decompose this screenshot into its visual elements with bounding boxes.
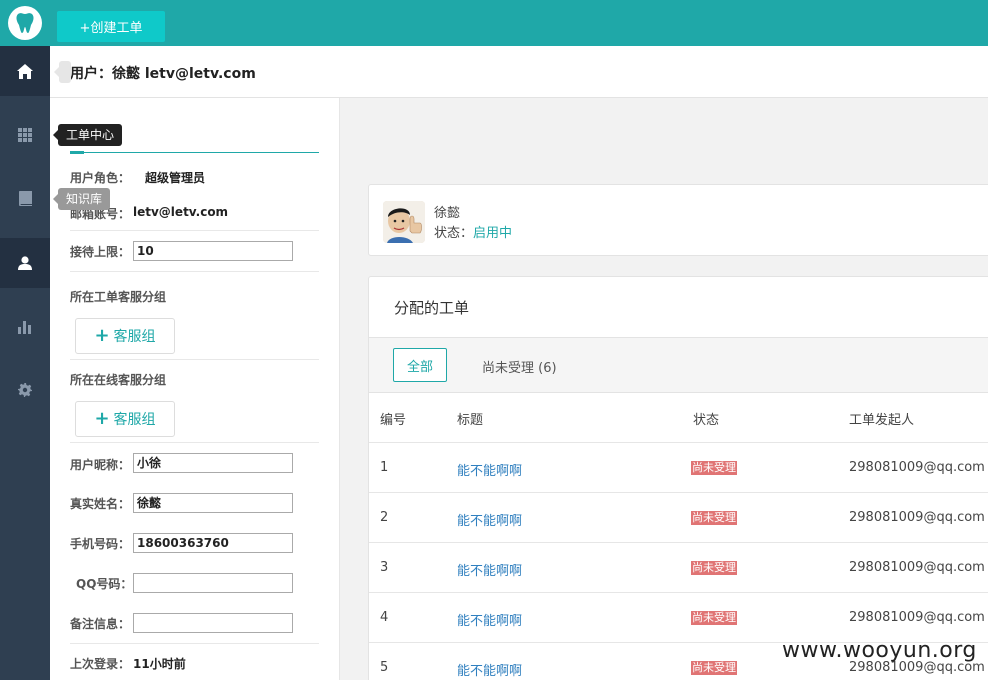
section-title: 分配的工单 [394, 299, 470, 317]
column-header-id[interactable]: 编号 [380, 409, 406, 428]
ticket-id: 1 [380, 460, 389, 475]
ticket-id: 3 [380, 560, 389, 575]
status-badge: 尚未受理 [691, 611, 737, 625]
email-value: letv@letv.com [133, 205, 229, 219]
user-summary-card: 徐懿 状态：启用中 [368, 184, 988, 256]
status-badge: 尚未受理 [691, 511, 737, 525]
create-ticket-button[interactable]: +创建工单 [57, 11, 165, 42]
tab-active-indicator [70, 151, 84, 154]
divider [70, 230, 319, 231]
column-header-requester[interactable]: 工单发起人 [849, 409, 914, 428]
online-group-label: 所在在线客服分组 [70, 373, 167, 387]
plus-icon: + [94, 408, 110, 429]
user-status: 状态：启用中 [434, 226, 513, 241]
ticket-requester: 298081009@qq.com [849, 560, 985, 575]
tooltip-knowledge: 知识库 [52, 188, 111, 210]
limit-input[interactable]: 10 [133, 241, 293, 261]
status-badge: 尚未受理 [691, 561, 737, 575]
tooth-icon [8, 6, 42, 40]
grid-icon [18, 128, 32, 142]
qq-label: QQ号码： [76, 577, 133, 591]
divider [70, 271, 319, 272]
ticket-id: 5 [380, 660, 389, 675]
home-icon [17, 63, 33, 79]
limit-label: 接待上限： [70, 245, 131, 259]
table-row[interactable]: 1 能不能啊啊 尚未受理 298081009@qq.com [369, 442, 988, 492]
column-header-status[interactable]: 状态 [693, 409, 719, 428]
note-input[interactable] [133, 613, 293, 633]
realname-label: 真实姓名： [70, 497, 131, 511]
nav-knowledge[interactable] [0, 173, 50, 223]
assigned-tickets-card: 分配的工单 全部 尚未受理 (6) 编号 标题 状态 工单发起人 1 能不能啊啊… [368, 276, 988, 680]
filter-pending-tab[interactable]: 尚未受理 (6) [482, 357, 557, 376]
book-icon [18, 190, 32, 206]
table-row[interactable]: 3 能不能啊啊 尚未受理 298081009@qq.com [369, 542, 988, 592]
bar-chart-icon [18, 320, 31, 334]
ticket-requester: 298081009@qq.com [849, 610, 985, 625]
last-login-label: 上次登录： [70, 657, 131, 671]
watermark: www.wooyun.org [782, 638, 977, 663]
tooltip-tickets: 工单中心 [52, 124, 123, 146]
nav-users[interactable] [0, 238, 50, 288]
phone-label: 手机号码： [70, 537, 131, 551]
page-title: 用户：徐懿 letv@letv.com [70, 66, 256, 82]
role-value: 超级管理员 [145, 171, 206, 185]
nav-tickets[interactable] [0, 110, 50, 160]
qq-input[interactable] [133, 573, 293, 593]
column-header-title[interactable]: 标题 [457, 409, 483, 428]
phone-input[interactable]: 18600363760 [133, 533, 293, 553]
gear-icon [18, 383, 32, 397]
ticket-id: 2 [380, 510, 389, 525]
ticket-title-link[interactable]: 能不能啊啊 [457, 510, 522, 529]
table-row[interactable]: 4 能不能啊啊 尚未受理 298081009@qq.com [369, 592, 988, 642]
realname-input[interactable]: 徐懿 [133, 493, 293, 513]
table-row[interactable]: 2 能不能啊啊 尚未受理 298081009@qq.com [369, 492, 988, 542]
divider [70, 643, 319, 644]
top-bar: +创建工单 [50, 0, 988, 46]
ticket-title-link[interactable]: 能不能啊啊 [457, 610, 522, 629]
nickname-input[interactable]: 小徐 [133, 453, 293, 473]
user-icon [18, 256, 32, 270]
user-name: 徐懿 [434, 206, 461, 221]
avatar [383, 201, 425, 243]
divider [70, 359, 319, 360]
divider [70, 442, 319, 443]
ticket-title-link[interactable]: 能不能啊啊 [457, 460, 522, 479]
user-header: 用户：徐懿 letv@letv.com [50, 46, 988, 98]
plus-icon: + [94, 325, 110, 346]
nav-settings[interactable] [0, 365, 50, 415]
status-value: 启用中 [473, 226, 513, 241]
filter-all-tab[interactable]: 全部 [393, 348, 447, 382]
add-ticket-group-button[interactable]: + 客服组 [75, 318, 175, 354]
filter-bar: 全部 尚未受理 (6) [369, 337, 988, 393]
ticket-id: 4 [380, 610, 389, 625]
note-label: 备注信息： [70, 617, 131, 631]
ticket-title-link[interactable]: 能不能啊啊 [457, 560, 522, 579]
sidebar [0, 0, 50, 680]
add-online-group-button[interactable]: + 客服组 [75, 401, 175, 437]
nickname-label: 用户昵称： [70, 458, 131, 472]
status-badge: 尚未受理 [691, 461, 737, 475]
role-label: 用户角色： [70, 171, 131, 185]
ticket-title-link[interactable]: 能不能啊啊 [457, 660, 522, 679]
ticket-requester: 298081009@qq.com [849, 510, 985, 525]
tab-divider [70, 152, 319, 153]
nav-reports[interactable] [0, 302, 50, 352]
nav-home[interactable] [0, 46, 50, 96]
last-login-value: 11小时前 [133, 657, 186, 671]
ticket-requester: 298081009@qq.com [849, 460, 985, 475]
status-badge: 尚未受理 [691, 661, 737, 675]
tooltip-home [54, 61, 71, 83]
ticket-group-label: 所在工单客服分组 [70, 290, 167, 304]
app-logo[interactable] [0, 0, 50, 46]
